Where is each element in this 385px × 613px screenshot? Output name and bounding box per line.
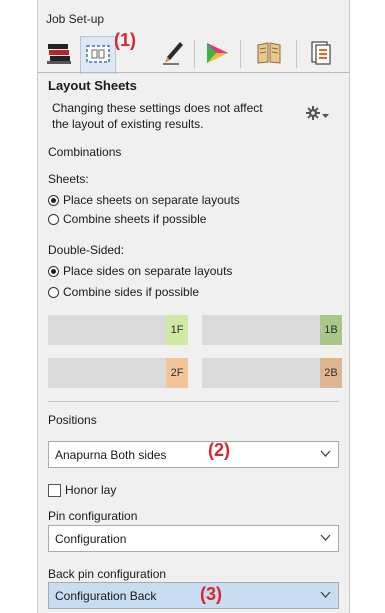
- section-divider: [48, 401, 339, 402]
- pin-configuration-value: Configuration: [55, 531, 127, 546]
- caret-down-icon: [322, 108, 329, 122]
- tool-layout-sheets[interactable]: [80, 36, 116, 74]
- layout-tile-2f: 2F: [48, 358, 188, 388]
- positions-select[interactable]: Anapurna Both sides: [48, 441, 339, 468]
- tool-document[interactable]: [304, 36, 338, 72]
- toolbar-separator: [296, 40, 297, 68]
- pen-icon: [161, 40, 185, 69]
- pin-configuration-label: Pin configuration: [48, 509, 138, 523]
- radio-button-selected[interactable]: [48, 194, 59, 206]
- radio-sheets-combine[interactable]: Combine sheets if possible: [48, 212, 206, 226]
- job-setup-panel: Job Set-up (1) Layout Sheets Changing th…: [37, 0, 350, 613]
- radio-label: Combine sheets if possible: [63, 212, 207, 226]
- radio-label: Place sheets on separate layouts: [63, 193, 240, 207]
- honor-lay-checkbox-row[interactable]: Honor lay: [48, 483, 116, 497]
- positions-label: Positions: [48, 413, 97, 427]
- honor-lay-checkbox[interactable]: [48, 483, 61, 497]
- callout-3: (3): [200, 584, 222, 604]
- layout-tile-1b: 1B: [202, 315, 342, 345]
- section-description: Changing these settings does not affect …: [52, 101, 263, 131]
- honor-lay-label: Honor lay: [65, 483, 117, 497]
- radio-label: Place sides on separate layouts: [63, 264, 233, 278]
- pin-configuration-select[interactable]: Configuration: [48, 525, 339, 552]
- sheets-label: Sheets:: [48, 172, 89, 186]
- toolbar-separator: [194, 40, 195, 68]
- chevron-down-icon: [320, 532, 331, 546]
- radio-button[interactable]: [48, 213, 59, 225]
- callout-2: (2): [208, 440, 230, 460]
- section-title: Layout Sheets: [48, 78, 137, 93]
- combinations-label: Combinations: [48, 145, 122, 159]
- radio-sheets-separate[interactable]: Place sheets on separate layouts: [48, 193, 240, 207]
- tool-pen[interactable]: [156, 36, 190, 72]
- radio-label: Combine sides if possible: [63, 285, 200, 299]
- back-pin-configuration-select[interactable]: Configuration Back: [48, 582, 339, 609]
- layout-tile-1f: 1F: [48, 315, 188, 345]
- tool-color[interactable]: [200, 36, 234, 72]
- toolbar: (1): [38, 30, 349, 74]
- tile-tag: 2B: [320, 358, 342, 388]
- tile-tag: 1F: [166, 315, 188, 345]
- radio-button[interactable]: [48, 286, 59, 298]
- settings-menu-button[interactable]: [306, 106, 329, 123]
- double-sided-label: Double-Sided:: [48, 243, 125, 257]
- window-title: Job Set-up: [46, 12, 105, 26]
- gear-icon: [306, 106, 320, 123]
- callout-1: (1): [114, 30, 136, 50]
- radio-button-selected[interactable]: [48, 265, 59, 277]
- layout-sheets-icon: [85, 43, 111, 68]
- book-icon: [256, 41, 282, 68]
- chevron-down-icon: [320, 589, 331, 603]
- layout-tile-2b: 2B: [202, 358, 342, 388]
- radio-sides-combine[interactable]: Combine sides if possible: [48, 285, 199, 299]
- document-icon: [309, 40, 333, 69]
- tool-book[interactable]: [252, 36, 286, 72]
- tool-sheets[interactable]: [42, 36, 76, 72]
- radio-sides-separate[interactable]: Place sides on separate layouts: [48, 264, 232, 278]
- toolbar-underline: [38, 72, 349, 73]
- tile-tag: 2F: [166, 358, 188, 388]
- positions-select-value: Anapurna Both sides: [55, 447, 167, 462]
- color-triangle-icon: [204, 41, 230, 68]
- sheets-stack-icon: [46, 41, 72, 68]
- chevron-down-icon: [320, 448, 331, 462]
- back-pin-configuration-label: Back pin configuration: [48, 567, 167, 581]
- toolbar-separator: [240, 40, 241, 68]
- back-pin-configuration-value: Configuration Back: [55, 588, 157, 603]
- tile-tag: 1B: [320, 315, 342, 345]
